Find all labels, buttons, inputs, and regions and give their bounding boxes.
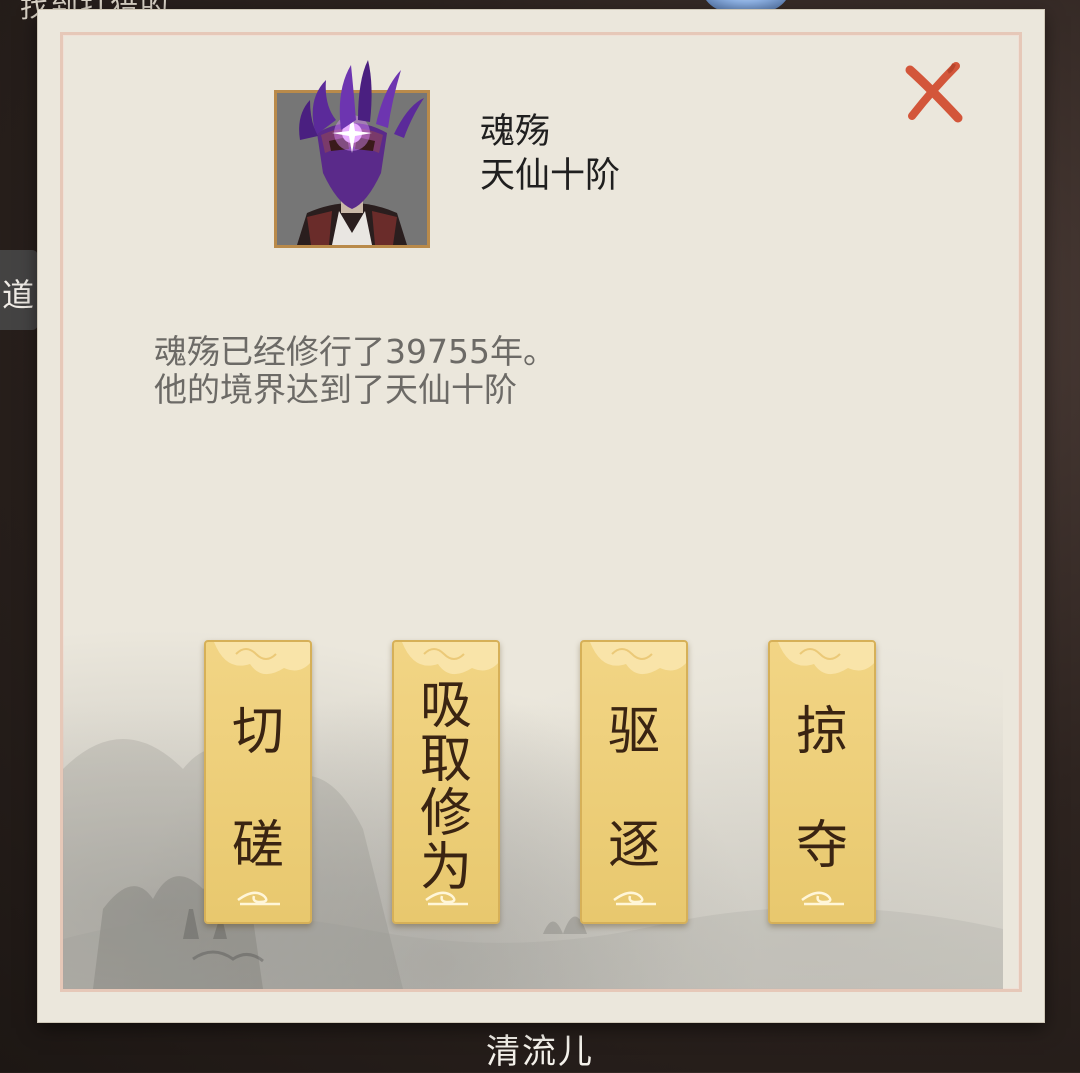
- character-dialog: 魂殇 天仙十阶 魂殇已经修行了39755年。 他的境界达到了天仙十阶: [38, 10, 1044, 1022]
- swirl-icon: [801, 891, 844, 906]
- close-x-icon: [905, 62, 963, 123]
- plunder-button[interactable]: 掠 夺: [768, 640, 876, 924]
- character-name: 魂殇: [480, 112, 551, 152]
- spar-button[interactable]: 切 磋: [204, 640, 312, 924]
- absorb-label-char-2: 取: [419, 730, 472, 790]
- expel-button[interactable]: 驱 逐: [580, 640, 688, 924]
- absorb-cultivation-button[interactable]: 吸 取 修 为: [392, 640, 500, 924]
- swirl-icon: [613, 891, 656, 906]
- expel-label-char-1: 驱: [607, 702, 660, 762]
- cloud-pattern-icon: [590, 642, 686, 674]
- character-realm: 天仙十阶: [480, 156, 621, 196]
- swirl-icon: [425, 891, 468, 906]
- absorb-label-char-3: 修: [419, 784, 472, 844]
- player-name-label: 清流儿: [486, 1032, 594, 1072]
- side-tab-label: 道: [2, 276, 35, 314]
- absorb-label-char-1: 吸: [419, 676, 472, 736]
- character-description: 魂殇已经修行了39755年。 他的境界达到了天仙十阶: [154, 333, 556, 409]
- plunder-label-char-2: 夺: [795, 816, 848, 876]
- portrait-crown-tentacles: [299, 60, 424, 140]
- spar-label-char-2: 磋: [231, 816, 284, 876]
- description-line-1: 魂殇已经修行了39755年。: [154, 332, 556, 371]
- cloud-pattern-icon: [214, 642, 310, 674]
- close-button[interactable]: [900, 58, 968, 126]
- plunder-label-char-1: 掠: [795, 702, 848, 762]
- spar-label-char-1: 切: [231, 702, 284, 762]
- description-line-2: 他的境界达到了天仙十阶: [154, 370, 517, 409]
- expel-label-char-2: 逐: [607, 816, 660, 876]
- swirl-icon: [237, 891, 280, 906]
- cloud-pattern-icon: [778, 642, 874, 674]
